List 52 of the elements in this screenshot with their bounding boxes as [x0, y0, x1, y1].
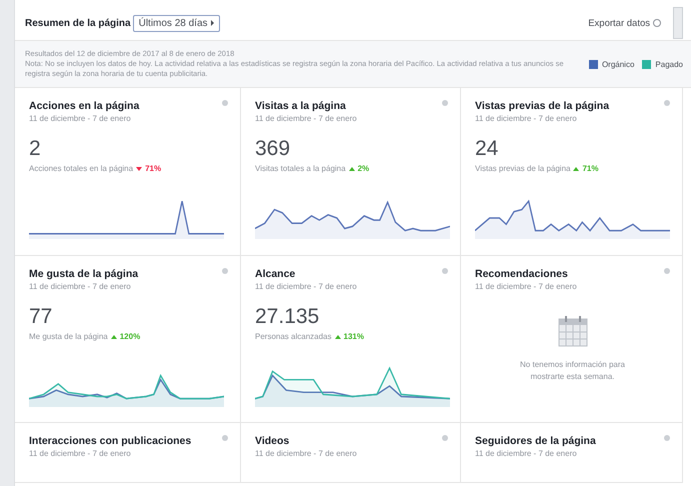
- metric-value: 369: [255, 137, 292, 162]
- card-title: Alcance: [255, 268, 296, 280]
- page-summary-title: Resumen de la página: [25, 18, 131, 28]
- card-title: Videos: [255, 435, 290, 448]
- info-icon[interactable]: [442, 435, 448, 442]
- metric-caption: Acciones totales en la página: [29, 164, 134, 174]
- card-title: Vistas previas de la página: [475, 100, 610, 112]
- date-range: 11 de diciembre - 7 de enero: [255, 114, 358, 124]
- date-range: 11 de diciembre - 7 de enero: [475, 282, 578, 292]
- metric-value: 77: [29, 305, 54, 330]
- legend-label: Orgánico: [602, 60, 634, 69]
- date-range: 11 de diciembre - 7 de enero: [475, 114, 578, 124]
- card-title: Interacciones con publicaciones: [29, 435, 192, 448]
- change-percent: 131%: [344, 332, 364, 342]
- info-icon[interactable]: [442, 268, 448, 274]
- date-range: 11 de diciembre - 7 de enero: [29, 114, 132, 124]
- date-range-dropdown[interactable]: Últimos 28 días: [132, 14, 220, 32]
- info-icon: [653, 19, 661, 27]
- change-percent: 71%: [582, 164, 598, 174]
- card-title: Seguidores de la página: [475, 435, 597, 448]
- info-icon[interactable]: [442, 100, 448, 106]
- info-icon[interactable]: [222, 435, 228, 442]
- metric-caption: Visitas totales a la página: [255, 164, 346, 174]
- card-title: Visitas a la página: [255, 100, 347, 112]
- card-title: Me gusta de la página: [29, 268, 140, 280]
- card-title: Acciones en la página: [29, 100, 140, 112]
- change-percent: 120%: [120, 332, 140, 342]
- info-icon[interactable]: [222, 100, 228, 106]
- metric-caption: Vistas previas de la página: [475, 164, 570, 174]
- info-icon[interactable]: [664, 268, 670, 274]
- change-percent: 2%: [358, 164, 370, 174]
- metric-caption: Personas alcanzadas: [255, 332, 332, 342]
- metric-caption: Me gusta de la página: [29, 332, 108, 342]
- empty-message: No tenemos información para mostrarte esta semana.: [519, 359, 626, 382]
- date-range: 11 de diciembre - 7 de enero: [475, 449, 578, 458]
- legend-label: Pagado: [655, 60, 683, 69]
- change-percent: 71%: [145, 164, 162, 174]
- date-range: 11 de diciembre - 7 de enero: [255, 282, 358, 292]
- caret-icon: [210, 20, 214, 26]
- export-data-link[interactable]: Exportar datos: [588, 18, 661, 28]
- info-icon[interactable]: [222, 268, 228, 274]
- metric-value: 2: [29, 137, 42, 162]
- card-title: Recomendaciones: [475, 268, 569, 280]
- calendar-icon: [558, 315, 588, 348]
- metric-value: 24: [475, 137, 500, 162]
- date-range: 11 de diciembre - 7 de enero: [255, 449, 358, 458]
- scrollbar[interactable]: [673, 7, 683, 39]
- date-range: 11 de diciembre - 7 de enero: [29, 282, 132, 292]
- info-icon[interactable]: [664, 435, 670, 442]
- date-range: 11 de diciembre - 7 de enero: [29, 449, 132, 458]
- metric-value: 27.135: [255, 305, 320, 330]
- info-icon[interactable]: [664, 100, 670, 106]
